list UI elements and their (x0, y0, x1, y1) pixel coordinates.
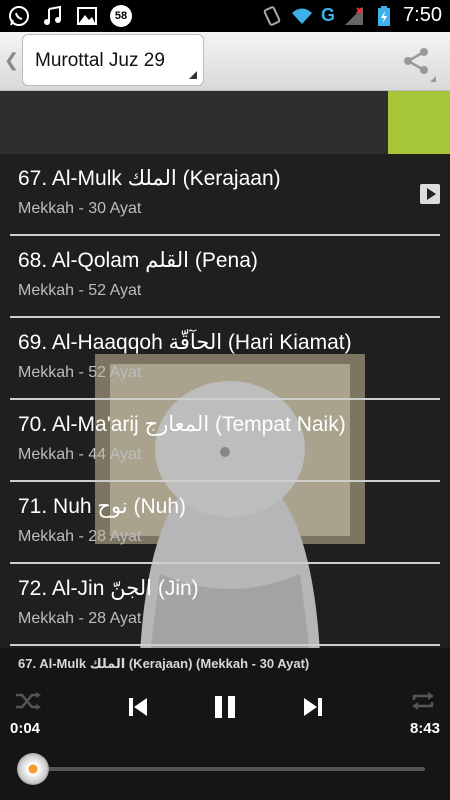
status-clock: 7:50 (403, 4, 442, 26)
surah-subtitle: Mekkah - 52 Ayat (18, 282, 142, 299)
audio-player: 67. Al-Mulk الملك (Kerajaan) (Mekkah - 3… (0, 648, 450, 800)
surah-subtitle: Mekkah - 28 Ayat (18, 610, 142, 627)
rotate-icon (261, 5, 283, 27)
repeat-icon (412, 692, 434, 710)
surah-list[interactable]: 67. Al-Mulk الملك (Kerajaan) Mekkah - 30… (0, 154, 450, 648)
pause-icon (215, 696, 235, 718)
surah-row-68[interactable]: 68. Al-Qolam القلم (Pena) Mekkah - 52 Ay… (0, 236, 450, 318)
previous-button[interactable] (127, 696, 149, 723)
music-note-icon (42, 5, 64, 27)
shuffle-button[interactable] (14, 690, 42, 717)
wifi-icon (291, 5, 313, 27)
surah-title: 69. Al-Haaqqoh الحآقّة (Hari Kiamat) (18, 331, 352, 354)
surah-row-69[interactable]: 69. Al-Haaqqoh الحآقّة (Hari Kiamat) Mek… (0, 318, 450, 400)
shuffle-icon (16, 692, 41, 710)
pause-button[interactable] (212, 694, 238, 725)
elapsed-time: 0:04 (10, 720, 41, 737)
next-button[interactable] (302, 696, 324, 723)
surah-row-67[interactable]: 67. Al-Mulk الملك (Kerajaan) Mekkah - 30… (0, 154, 450, 236)
accent-block (388, 91, 450, 154)
gallery-icon (76, 5, 98, 27)
surah-title: 71. Nuh نوح (Nuh) (18, 495, 186, 518)
surah-subtitle: Mekkah - 28 Ayat (18, 528, 142, 545)
surah-subtitle: Mekkah - 44 Ayat (18, 446, 142, 463)
juz-selector-dropdown[interactable]: Murottal Juz 29 (22, 34, 204, 86)
notification-count-badge: 58 (110, 5, 132, 27)
battery-charging-icon (373, 5, 395, 27)
skip-next-icon (304, 698, 322, 716)
surah-title: 70. Al-Ma'arij المعارج (Tempat Naik) (18, 413, 346, 436)
network-type-label: G (321, 5, 336, 25)
signal-icon (343, 5, 365, 27)
now-playing-title: 67. Al-Mulk الملك (Kerajaan) (Mekkah - 3… (18, 656, 310, 671)
surah-title: 67. Al-Mulk الملك (Kerajaan) (18, 167, 281, 190)
skip-previous-icon (129, 698, 147, 716)
overflow-indicator-icon (430, 76, 436, 82)
juz-selector-value: Murottal Juz 29 (35, 50, 165, 71)
repeat-button[interactable] (410, 690, 436, 717)
now-playing-icon[interactable] (420, 184, 440, 204)
row-divider (10, 644, 440, 646)
surah-row-72[interactable]: 72. Al-Jin الجنّ (Jin) Mekkah - 28 Ayat (0, 564, 450, 646)
share-button[interactable] (400, 46, 434, 76)
surah-subtitle: Mekkah - 30 Ayat (18, 200, 142, 217)
header-band (0, 91, 450, 154)
surah-row-71[interactable]: 71. Nuh نوح (Nuh) Mekkah - 28 Ayat (0, 482, 450, 564)
action-bar: ❮ Murottal Juz 29 (0, 32, 450, 91)
whatsapp-icon (8, 5, 30, 27)
seek-bar-track[interactable] (30, 767, 425, 771)
back-chevron-icon[interactable]: ❮ (4, 50, 19, 71)
share-icon (404, 48, 428, 74)
dropdown-indicator-icon (189, 71, 197, 79)
surah-subtitle: Mekkah - 52 Ayat (18, 364, 142, 381)
seek-bar-thumb[interactable] (17, 753, 50, 785)
status-bar: 58 G 7:50 (0, 0, 450, 32)
surah-title: 72. Al-Jin الجنّ (Jin) (18, 577, 199, 600)
total-duration: 8:43 (409, 720, 440, 737)
surah-row-70[interactable]: 70. Al-Ma'arij المعارج (Tempat Naik) Mek… (0, 400, 450, 482)
surah-title: 68. Al-Qolam القلم (Pena) (18, 249, 258, 272)
